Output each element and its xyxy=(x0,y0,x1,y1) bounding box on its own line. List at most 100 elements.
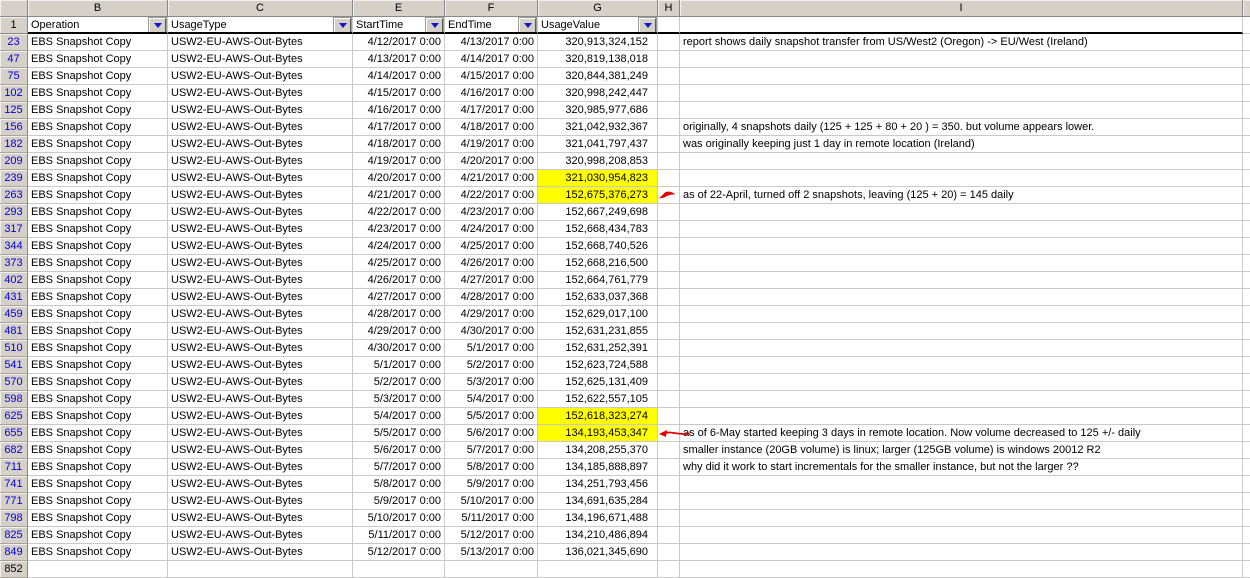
cell-usagetype[interactable]: USW2-EU-AWS-Out-Bytes xyxy=(168,170,353,187)
cell-usagevalue[interactable]: 134,251,793,456 xyxy=(538,476,658,493)
cell-usagetype[interactable]: USW2-EU-AWS-Out-Bytes xyxy=(168,238,353,255)
cell-h[interactable] xyxy=(658,272,680,289)
autofilter-dropdown-button[interactable] xyxy=(426,18,443,33)
cell-usagevalue[interactable]: 134,208,255,370 xyxy=(538,442,658,459)
cell-comment[interactable] xyxy=(680,238,1243,255)
cell-usagevalue[interactable]: 152,675,376,273 xyxy=(538,187,658,204)
cell-h[interactable] xyxy=(658,476,680,493)
cell-endtime[interactable]: 5/4/2017 0:00 xyxy=(445,391,538,408)
cell-endtime[interactable]: 5/8/2017 0:00 xyxy=(445,459,538,476)
cell-h[interactable] xyxy=(658,459,680,476)
cell-endtime[interactable]: 4/22/2017 0:00 xyxy=(445,187,538,204)
cell-usagetype[interactable]: USW2-EU-AWS-Out-Bytes xyxy=(168,510,353,527)
cell-starttime[interactable]: 4/21/2017 0:00 xyxy=(353,187,445,204)
cell-endtime[interactable] xyxy=(445,561,538,578)
cell-usagetype[interactable]: USW2-EU-AWS-Out-Bytes xyxy=(168,527,353,544)
cell-endtime[interactable]: 5/6/2017 0:00 xyxy=(445,425,538,442)
cell-usagetype[interactable]: USW2-EU-AWS-Out-Bytes xyxy=(168,459,353,476)
cell-operation[interactable]: EBS Snapshot Copy xyxy=(28,527,168,544)
cell-comment[interactable] xyxy=(680,306,1243,323)
cell-comment[interactable] xyxy=(680,255,1243,272)
cell-usagevalue[interactable]: 152,631,231,855 xyxy=(538,323,658,340)
cell-starttime[interactable]: 4/16/2017 0:00 xyxy=(353,102,445,119)
row-header-1[interactable]: 1 xyxy=(0,17,28,34)
cell-endtime[interactable]: 4/30/2017 0:00 xyxy=(445,323,538,340)
cell-usagevalue[interactable]: 152,668,740,526 xyxy=(538,238,658,255)
cell-usagevalue[interactable]: 152,625,131,409 xyxy=(538,374,658,391)
header-cell-starttime[interactable]: StartTime xyxy=(353,17,445,34)
cell-comment[interactable] xyxy=(680,340,1243,357)
cell-comment[interactable] xyxy=(680,561,1243,578)
row-header[interactable]: 23 xyxy=(0,34,28,51)
cell-endtime[interactable]: 4/15/2017 0:00 xyxy=(445,68,538,85)
cell-comment[interactable] xyxy=(680,408,1243,425)
cell-starttime[interactable]: 4/22/2017 0:00 xyxy=(353,204,445,221)
cell-usagevalue[interactable]: 321,042,932,367 xyxy=(538,119,658,136)
row-header[interactable]: 317 xyxy=(0,221,28,238)
cell-h[interactable] xyxy=(658,187,680,204)
cell-endtime[interactable]: 5/2/2017 0:00 xyxy=(445,357,538,374)
cell-h[interactable] xyxy=(658,102,680,119)
row-header[interactable]: 655 xyxy=(0,425,28,442)
cell-comment[interactable] xyxy=(680,272,1243,289)
row-header[interactable]: 402 xyxy=(0,272,28,289)
cell-endtime[interactable]: 5/9/2017 0:00 xyxy=(445,476,538,493)
cell-operation[interactable]: EBS Snapshot Copy xyxy=(28,425,168,442)
row-header[interactable]: 293 xyxy=(0,204,28,221)
cell-usagetype[interactable]: USW2-EU-AWS-Out-Bytes xyxy=(168,221,353,238)
cell-comment[interactable] xyxy=(680,204,1243,221)
row-header[interactable]: 75 xyxy=(0,68,28,85)
cell-starttime[interactable]: 4/28/2017 0:00 xyxy=(353,306,445,323)
cell-operation[interactable]: EBS Snapshot Copy xyxy=(28,323,168,340)
cell-h[interactable] xyxy=(658,68,680,85)
cell-operation[interactable]: EBS Snapshot Copy xyxy=(28,510,168,527)
cell-usagevalue[interactable]: 152,668,216,500 xyxy=(538,255,658,272)
cell-operation[interactable]: EBS Snapshot Copy xyxy=(28,153,168,170)
cell-endtime[interactable]: 4/28/2017 0:00 xyxy=(445,289,538,306)
cell-comment[interactable] xyxy=(680,357,1243,374)
row-header[interactable]: 682 xyxy=(0,442,28,459)
cell-usagevalue[interactable]: 134,210,486,894 xyxy=(538,527,658,544)
cell-usagetype[interactable]: USW2-EU-AWS-Out-Bytes xyxy=(168,204,353,221)
cell-h[interactable] xyxy=(658,85,680,102)
cell-operation[interactable]: EBS Snapshot Copy xyxy=(28,493,168,510)
cell-usagetype[interactable]: USW2-EU-AWS-Out-Bytes xyxy=(168,323,353,340)
cell-endtime[interactable]: 4/16/2017 0:00 xyxy=(445,85,538,102)
cell-operation[interactable]: EBS Snapshot Copy xyxy=(28,34,168,51)
cell-usagetype[interactable]: USW2-EU-AWS-Out-Bytes xyxy=(168,272,353,289)
row-header[interactable]: 711 xyxy=(0,459,28,476)
row-header[interactable]: 849 xyxy=(0,544,28,561)
column-header-g[interactable]: G xyxy=(538,0,658,17)
cell-starttime[interactable]: 5/5/2017 0:00 xyxy=(353,425,445,442)
cell-operation[interactable]: EBS Snapshot Copy xyxy=(28,408,168,425)
cell-h[interactable] xyxy=(658,544,680,561)
cell-operation[interactable]: EBS Snapshot Copy xyxy=(28,68,168,85)
cell-usagevalue[interactable]: 134,691,635,284 xyxy=(538,493,658,510)
cell-h[interactable] xyxy=(658,493,680,510)
cell-h[interactable] xyxy=(658,306,680,323)
cell-usagetype[interactable]: USW2-EU-AWS-Out-Bytes xyxy=(168,374,353,391)
cell-usagetype[interactable] xyxy=(168,561,353,578)
cell-h[interactable] xyxy=(658,425,680,442)
row-header[interactable]: 541 xyxy=(0,357,28,374)
header-cell-usagevalue[interactable]: UsageValue xyxy=(538,17,658,34)
cell-h[interactable] xyxy=(658,255,680,272)
cell-comment[interactable] xyxy=(680,85,1243,102)
cell-starttime[interactable]: 4/13/2017 0:00 xyxy=(353,51,445,68)
column-header-e[interactable]: E xyxy=(353,0,445,17)
cell-operation[interactable]: EBS Snapshot Copy xyxy=(28,51,168,68)
cell-usagetype[interactable]: USW2-EU-AWS-Out-Bytes xyxy=(168,34,353,51)
cell-comment[interactable] xyxy=(680,391,1243,408)
cell-h[interactable] xyxy=(658,510,680,527)
cell-h[interactable] xyxy=(658,238,680,255)
cell-starttime[interactable]: 5/12/2017 0:00 xyxy=(353,544,445,561)
header-cell-usagetype[interactable]: UsageType xyxy=(168,17,353,34)
cell-operation[interactable]: EBS Snapshot Copy xyxy=(28,238,168,255)
cell-h[interactable] xyxy=(658,204,680,221)
cell-comment[interactable] xyxy=(680,170,1243,187)
cell-starttime[interactable]: 5/6/2017 0:00 xyxy=(353,442,445,459)
cell-starttime[interactable] xyxy=(353,561,445,578)
row-header[interactable]: 825 xyxy=(0,527,28,544)
cell-operation[interactable]: EBS Snapshot Copy xyxy=(28,357,168,374)
cell-h[interactable] xyxy=(658,561,680,578)
